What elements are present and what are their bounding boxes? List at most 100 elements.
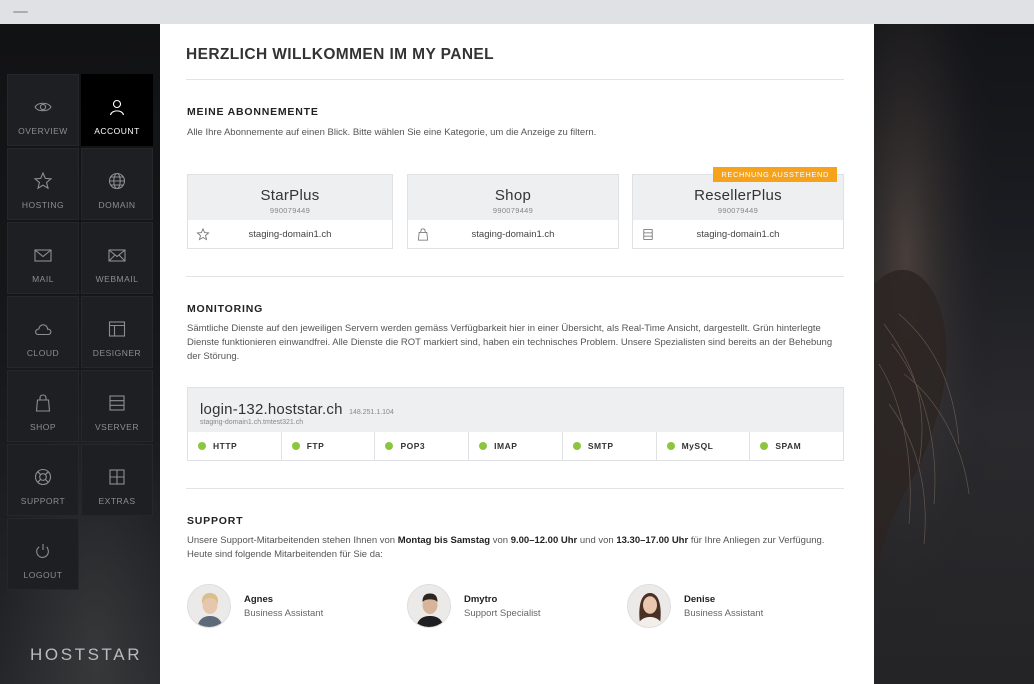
card-footer: staging-domain1.ch [408, 220, 618, 249]
grid-icon [109, 469, 125, 485]
sidebar-item-extras[interactable]: EXTRAS [81, 444, 153, 516]
avatar [187, 584, 231, 628]
service-name: IMAP [494, 441, 518, 451]
support-hours-afternoon: 13.30–17.00 Uhr [616, 535, 689, 546]
monitoring-description: Sämtliche Dienste auf den jeweiligen Ser… [187, 323, 833, 362]
subscription-name: ResellerPlus [694, 187, 782, 204]
sidebar-item-shop[interactable]: SHOP [7, 370, 79, 442]
support-text: von [490, 535, 511, 546]
server-icon [109, 395, 125, 411]
mail-icon [34, 249, 52, 262]
subscription-number: 990079449 [269, 206, 311, 215]
monitoring-heading: MONITORING [187, 303, 264, 315]
sidebar-item-label: WEBMAIL [95, 274, 139, 284]
person-role: Business Assistant [244, 608, 324, 619]
sidebar-item-label: CLOUD [26, 348, 60, 358]
webmail-icon [108, 249, 126, 262]
main-panel: HERZLICH WILLKOMMEN IM MY PANEL MEINE AB… [160, 24, 874, 684]
sidebar-item-label: SUPPORT [20, 496, 66, 506]
page-title: HERZLICH WILLKOMMEN IM MY PANEL [186, 46, 495, 63]
sidebar-item-label: ACCOUNT [94, 126, 140, 136]
subscriptions-description: Alle Ihre Abonnemente auf einen Blick. B… [187, 127, 597, 138]
subscription-card-shop[interactable]: Shop 990079449 staging-domain1.ch [407, 174, 619, 249]
person-role: Support Specialist [464, 608, 541, 619]
sidebar-item-mail[interactable]: MAIL [7, 222, 79, 294]
sidebar-item-label: DOMAIN [98, 200, 136, 210]
server-icon [643, 229, 653, 240]
subscription-card-resellerplus[interactable]: RECHNUNG AUSSTEHEND ResellerPlus 9900794… [632, 167, 844, 249]
subscription-domain[interactable]: staging-domain1.ch [249, 229, 332, 240]
divider [186, 79, 844, 80]
avatar [627, 584, 671, 628]
server-header: login-132.hoststar.ch 148.251.1.104 stag… [188, 388, 843, 432]
person-name: Denise [684, 594, 716, 605]
service-name: SMTP [587, 441, 614, 451]
sidebar-item-logout[interactable]: LOGOUT [7, 518, 79, 590]
status-dot [666, 442, 675, 450]
service-ftp: FTP [282, 432, 376, 460]
minimize-icon[interactable] [13, 11, 28, 13]
sidebar-item-label: VSERVER [95, 422, 139, 432]
hoststar-logo[interactable]: HOSTSTAR [30, 645, 142, 665]
divider [186, 488, 844, 489]
subscription-card-starplus[interactable]: StarPlus 990079449 staging-domain1.ch [187, 174, 393, 249]
divider [186, 276, 844, 277]
server-ip: 148.251.1.104 [349, 409, 394, 416]
subscription-number: 990079449 [717, 206, 759, 215]
subscription-domain[interactable]: staging-domain1.ch [472, 229, 555, 240]
sidebar-item-label: DESIGNER [92, 348, 142, 358]
support-description: Unsere Support-Mitarbeitenden stehen Ihn… [187, 534, 847, 562]
card-footer: staging-domain1.ch [633, 220, 843, 249]
status-dot [291, 442, 300, 450]
sidebar-item-account[interactable]: ACCOUNT [81, 74, 153, 146]
subscription-number: 990079449 [492, 206, 534, 215]
user-icon [109, 99, 125, 116]
power-icon [36, 544, 49, 558]
sidebar-item-label: OVERVIEW [18, 126, 68, 136]
eye-icon [34, 102, 52, 112]
window-titlebar [0, 0, 1034, 24]
service-name: SPAM [775, 441, 802, 451]
sidebar-item-overview[interactable]: OVERVIEW [7, 74, 79, 146]
subscription-name: Shop [494, 187, 532, 204]
service-name: HTTP [213, 441, 238, 451]
subscriptions-heading: MEINE ABONNEMENTE [187, 106, 319, 118]
status-dot [572, 442, 581, 450]
sidebar-item-label: SHOP [29, 422, 57, 432]
lifebuoy-icon [34, 468, 52, 486]
support-heading: SUPPORT [187, 515, 244, 527]
sidebar-item-support[interactable]: SUPPORT [7, 444, 79, 516]
sidebar: OVERVIEW ACCOUNT HOSTING DOMAIN MAIL WEB… [0, 24, 160, 684]
cloud-icon [35, 324, 52, 336]
sidebar-item-domain[interactable]: DOMAIN [81, 148, 153, 220]
sidebar-item-label: EXTRAS [98, 496, 136, 506]
sidebar-item-label: MAIL [32, 274, 54, 284]
sidebar-item-hosting[interactable]: HOSTING [7, 148, 79, 220]
service-name: POP3 [400, 441, 426, 451]
background-photo [874, 24, 1034, 684]
card-footer: staging-domain1.ch [188, 220, 392, 249]
service-name: MySQL [681, 441, 714, 451]
shopping-bag-icon [418, 228, 428, 241]
server-hostname: login-132.hoststar.ch [200, 401, 343, 418]
support-person-agnes: Agnes Business Assistant [187, 584, 387, 628]
subscription-domain[interactable]: staging-domain1.ch [697, 229, 780, 240]
person-role: Business Assistant [684, 608, 764, 619]
sidebar-item-label: HOSTING [21, 200, 65, 210]
person-name: Dmytro [464, 594, 498, 605]
service-name: FTP [306, 441, 325, 451]
service-pop3: POP3 [375, 432, 470, 460]
star-icon [33, 171, 53, 190]
sidebar-item-cloud[interactable]: CLOUD [7, 296, 79, 368]
person-name: Agnes [244, 594, 274, 605]
globe-icon [108, 172, 126, 190]
sidebar-item-designer[interactable]: DESIGNER [81, 296, 153, 368]
support-text: und von [577, 535, 617, 546]
invoice-pending-badge: RECHNUNG AUSSTEHEND [713, 167, 837, 182]
support-hours-morning: 9.00–12.00 Uhr [510, 535, 578, 546]
sidebar-item-webmail[interactable]: WEBMAIL [81, 222, 153, 294]
service-http: HTTP [188, 432, 282, 460]
sidebar-item-vserver[interactable]: VSERVER [81, 370, 153, 442]
layout-icon [108, 321, 126, 337]
status-dot [760, 442, 769, 450]
